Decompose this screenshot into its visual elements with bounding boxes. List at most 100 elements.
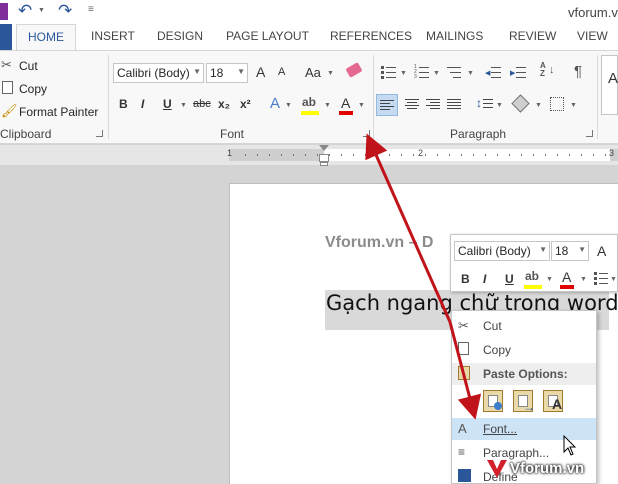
sort-icon[interactable]: AZ ↓ — [540, 62, 558, 81]
first-line-indent-marker[interactable] — [319, 145, 329, 151]
subscript-button[interactable]: x₂ — [218, 97, 230, 111]
strikethrough-button[interactable]: abc — [193, 98, 211, 110]
chevron-down-icon: ▼ — [578, 245, 586, 254]
chevron-down-icon[interactable]: ▼ — [535, 102, 542, 109]
clipboard-group: ✂ Cut Copy 🖌 Format Painter Clipboard — [0, 51, 108, 143]
undo-icon[interactable]: ↶ — [18, 1, 32, 21]
align-right-icon[interactable] — [426, 99, 440, 109]
copy-button[interactable]: Copy — [0, 80, 90, 98]
undo-dropdown-icon[interactable]: ▼ — [38, 7, 45, 14]
chevron-down-icon[interactable]: ▼ — [610, 276, 617, 283]
chevron-down-icon[interactable]: ▼ — [358, 102, 365, 109]
font-dialog-launcher-icon[interactable] — [363, 130, 370, 137]
chevron-down-icon[interactable]: ▼ — [433, 70, 440, 77]
document-heading[interactable]: Vforum.vn – D — [325, 234, 433, 252]
chevron-down-icon: ▼ — [193, 67, 201, 76]
tab-references[interactable]: REFERENCES — [330, 29, 412, 43]
cut-label: Cut — [19, 59, 38, 73]
tab-review[interactable]: REVIEW — [509, 29, 556, 43]
tab-mailings[interactable]: MAILINGS — [426, 29, 483, 43]
paste-keep-source-formatting-icon[interactable] — [483, 390, 503, 412]
chevron-down-icon[interactable]: ▼ — [327, 70, 334, 77]
style-preview: A — [608, 70, 618, 87]
mini-font-name-value: Calibri (Body) — [458, 244, 531, 258]
mouse-cursor-icon — [563, 435, 577, 456]
increase-indent-icon[interactable]: ▶ — [510, 65, 526, 79]
chevron-down-icon: ▼ — [539, 245, 547, 254]
font-size-combo[interactable]: 18 ▼ — [206, 63, 248, 83]
title-bar: ↶ ▼ ↷ ≡ vforum.vn — [0, 0, 618, 24]
multilevel-list-icon[interactable] — [447, 65, 463, 79]
chevron-down-icon[interactable]: ▼ — [324, 102, 331, 109]
clipboard-dialog-launcher-icon[interactable] — [96, 130, 103, 137]
mini-highlight-button[interactable]: ab — [523, 269, 545, 289]
mini-font-name-combo[interactable]: Calibri (Body) ▼ — [454, 241, 550, 261]
tab-design[interactable]: DESIGN — [157, 29, 203, 43]
mini-font-size-combo[interactable]: 18 ▼ — [551, 241, 589, 261]
borders-icon[interactable] — [550, 97, 564, 111]
italic-button[interactable]: I — [141, 97, 144, 111]
paragraph-dialog-launcher-icon[interactable] — [586, 130, 593, 137]
left-indent-marker[interactable] — [320, 162, 328, 166]
bold-button[interactable]: B — [119, 97, 128, 111]
mini-underline-button[interactable]: U — [505, 272, 514, 286]
align-center-icon[interactable] — [405, 99, 419, 109]
text-effects-button[interactable]: A — [270, 95, 280, 112]
superscript-button[interactable]: x² — [240, 97, 251, 111]
change-case-button[interactable]: Aa — [305, 65, 321, 80]
tab-insert[interactable]: INSERT — [91, 29, 135, 43]
paste-keep-text-only-icon[interactable]: A — [543, 390, 563, 412]
hanging-indent-marker[interactable] — [319, 154, 329, 162]
group-divider — [108, 55, 109, 139]
chevron-down-icon[interactable]: ▼ — [400, 70, 407, 77]
justify-icon[interactable] — [447, 99, 461, 109]
numbering-icon[interactable]: 123 — [414, 65, 430, 80]
chevron-down-icon[interactable]: ▼ — [285, 102, 292, 109]
tab-view[interactable]: VIEW — [577, 29, 608, 43]
chevron-down-icon[interactable]: ▼ — [180, 102, 187, 109]
align-left-button[interactable] — [376, 94, 398, 116]
redo-icon[interactable]: ↷ — [58, 1, 72, 21]
underline-button[interactable]: U — [163, 97, 172, 111]
mini-italic-button[interactable]: I — [483, 272, 486, 286]
styles-gallery[interactable]: A — [601, 55, 618, 115]
format-painter-button[interactable]: 🖌 Format Painter — [0, 103, 104, 121]
line-spacing-icon[interactable]: ↕ — [476, 96, 494, 112]
app-icon[interactable] — [0, 3, 8, 20]
ruler-ticks — [245, 154, 610, 156]
paste-merge-formatting-icon[interactable]: → — [513, 390, 535, 414]
ribbon: ✂ Cut Copy 🖌 Format Painter Clipboard Ca… — [0, 50, 618, 144]
chevron-down-icon[interactable]: ▼ — [546, 276, 553, 283]
menu-item-cut[interactable]: ✂ Cut — [452, 315, 596, 337]
mini-font-color-button[interactable]: A — [559, 269, 577, 289]
tab-file[interactable] — [0, 24, 12, 50]
font-color-button[interactable]: A — [338, 95, 356, 115]
chevron-down-icon[interactable]: ▼ — [570, 102, 577, 109]
mini-bold-button[interactable]: B — [461, 272, 470, 286]
quick-access-customize-icon[interactable]: ≡ — [88, 4, 94, 15]
font-name-combo[interactable]: Calibri (Body) ▼ — [113, 63, 204, 83]
chevron-down-icon[interactable]: ▼ — [467, 70, 474, 77]
font-group: Calibri (Body) ▼ 18 ▼ A A Aa ▼ B I U ▼ a… — [110, 51, 372, 143]
paragraph-group-label: Paragraph — [450, 127, 507, 141]
highlight-color-button[interactable]: ab — [300, 95, 326, 115]
chevron-down-icon[interactable]: ▼ — [580, 276, 587, 283]
menu-item-copy[interactable]: Copy — [452, 339, 596, 361]
mini-bullets-icon[interactable] — [594, 272, 608, 285]
chevron-down-icon[interactable]: ▼ — [496, 102, 503, 109]
tab-home[interactable]: HOME — [16, 24, 76, 51]
cut-button[interactable]: ✂ Cut — [0, 57, 90, 75]
shading-icon[interactable] — [511, 94, 530, 113]
bullets-icon[interactable] — [381, 65, 397, 79]
mini-font-color-letter: A — [562, 269, 572, 285]
horizontal-ruler[interactable]: 1 2 3 — [0, 145, 618, 166]
clear-formatting-icon[interactable] — [345, 62, 363, 78]
decrease-indent-icon[interactable]: ◀ — [485, 65, 501, 79]
copy-label: Copy — [19, 82, 48, 96]
paragraph-icon: ≡ — [458, 445, 466, 459]
tab-page-layout[interactable]: PAGE LAYOUT — [226, 29, 309, 43]
mini-grow-font-button[interactable]: A — [597, 243, 606, 259]
show-formatting-marks-button[interactable]: ¶ — [574, 63, 582, 80]
grow-font-button[interactable]: A — [256, 64, 265, 80]
shrink-font-button[interactable]: A — [278, 66, 285, 78]
